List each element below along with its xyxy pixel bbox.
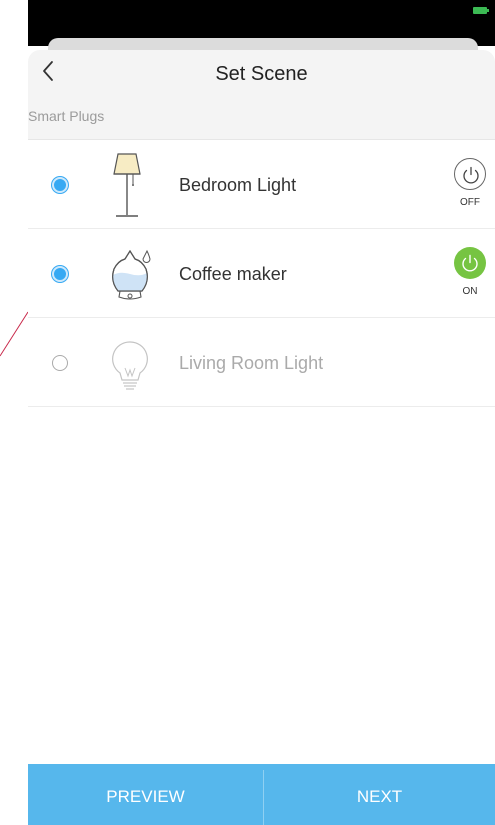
device-name: Bedroom Light <box>179 175 297 195</box>
section-header: Smart Plugs <box>28 94 495 140</box>
radio-checked[interactable] <box>52 177 68 193</box>
power-icon <box>463 166 479 184</box>
power-toggle-button[interactable] <box>454 158 486 190</box>
power-state-label: OFF <box>460 197 480 208</box>
next-button[interactable]: NEXT <box>264 764 495 825</box>
set-scene-sheet: Set Scene Smart Plugs Bedroom Light OFF <box>28 50 495 825</box>
navigation-header: Set Scene <box>28 50 495 94</box>
device-row-coffee-maker[interactable]: Coffee maker ON <box>28 229 495 318</box>
humidifier-icon <box>112 249 151 300</box>
light-bulb-icon <box>112 341 148 390</box>
floor-lamp-icon <box>113 153 141 217</box>
radio-unchecked[interactable] <box>52 355 68 371</box>
footer-bar: PREVIEW NEXT <box>28 764 495 825</box>
power-state-label: ON <box>462 286 478 297</box>
device-name: Living Room Light <box>179 353 324 373</box>
page-title: Set Scene <box>215 63 308 85</box>
battery-icon <box>473 7 489 14</box>
preview-button[interactable]: PREVIEW <box>28 764 263 825</box>
radio-checked[interactable] <box>52 266 68 282</box>
device-row-bedroom-light[interactable]: Bedroom Light OFF <box>28 140 495 229</box>
device-name: Coffee maker <box>179 264 287 284</box>
power-toggle-button[interactable] <box>454 247 486 279</box>
power-icon <box>462 254 478 272</box>
section-label: Smart Plugs <box>28 108 105 124</box>
device-row-living-room-light[interactable]: Living Room Light <box>28 318 495 407</box>
